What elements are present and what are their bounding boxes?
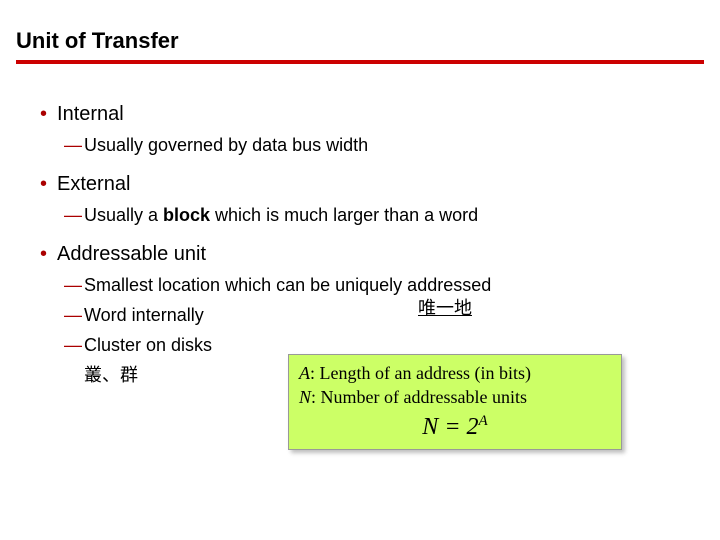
sub-item: — Smallest location which can be uniquel… [64,272,704,298]
sub-text: Word internally [84,302,204,328]
slide-title: Unit of Transfer [16,28,704,64]
formula-equation: N = 2A [299,413,611,441]
sub-item: — Usually governed by data bus width [64,132,704,158]
sub-text: Usually governed by data bus width [84,132,368,158]
dash-icon: — [64,272,82,298]
formula-line-a: A: Length of an address (in bits) [299,361,611,385]
sub-item: — Usually a block which is much larger t… [64,202,704,228]
bullet-dot-icon: • [40,170,47,198]
bullet-label: External [57,170,130,198]
dash-icon: — [64,332,82,358]
formula-box: A: Length of an address (in bits) N: Num… [288,354,622,450]
slide-content: • Internal — Usually governed by data bu… [16,100,704,388]
bullet-dot-icon: • [40,240,47,268]
bullet-dot-icon: • [40,100,47,128]
sub-text: Usually a block which is much larger tha… [84,202,478,228]
sub-item: — Word internally [64,302,704,328]
dash-icon: — [64,132,82,158]
sub-text: Cluster on disks [84,332,212,358]
dash-icon: — [64,302,82,328]
formula-line-n: N: Number of addressable units [299,385,611,409]
dash-icon: — [64,202,82,228]
annotation-unique: 唯一地 [418,294,472,320]
bullet-external: • External [40,170,704,198]
bullet-addressable: • Addressable unit [40,240,704,268]
bullet-label: Internal [57,100,124,128]
bullet-internal: • Internal [40,100,704,128]
bullet-label: Addressable unit [57,240,206,268]
